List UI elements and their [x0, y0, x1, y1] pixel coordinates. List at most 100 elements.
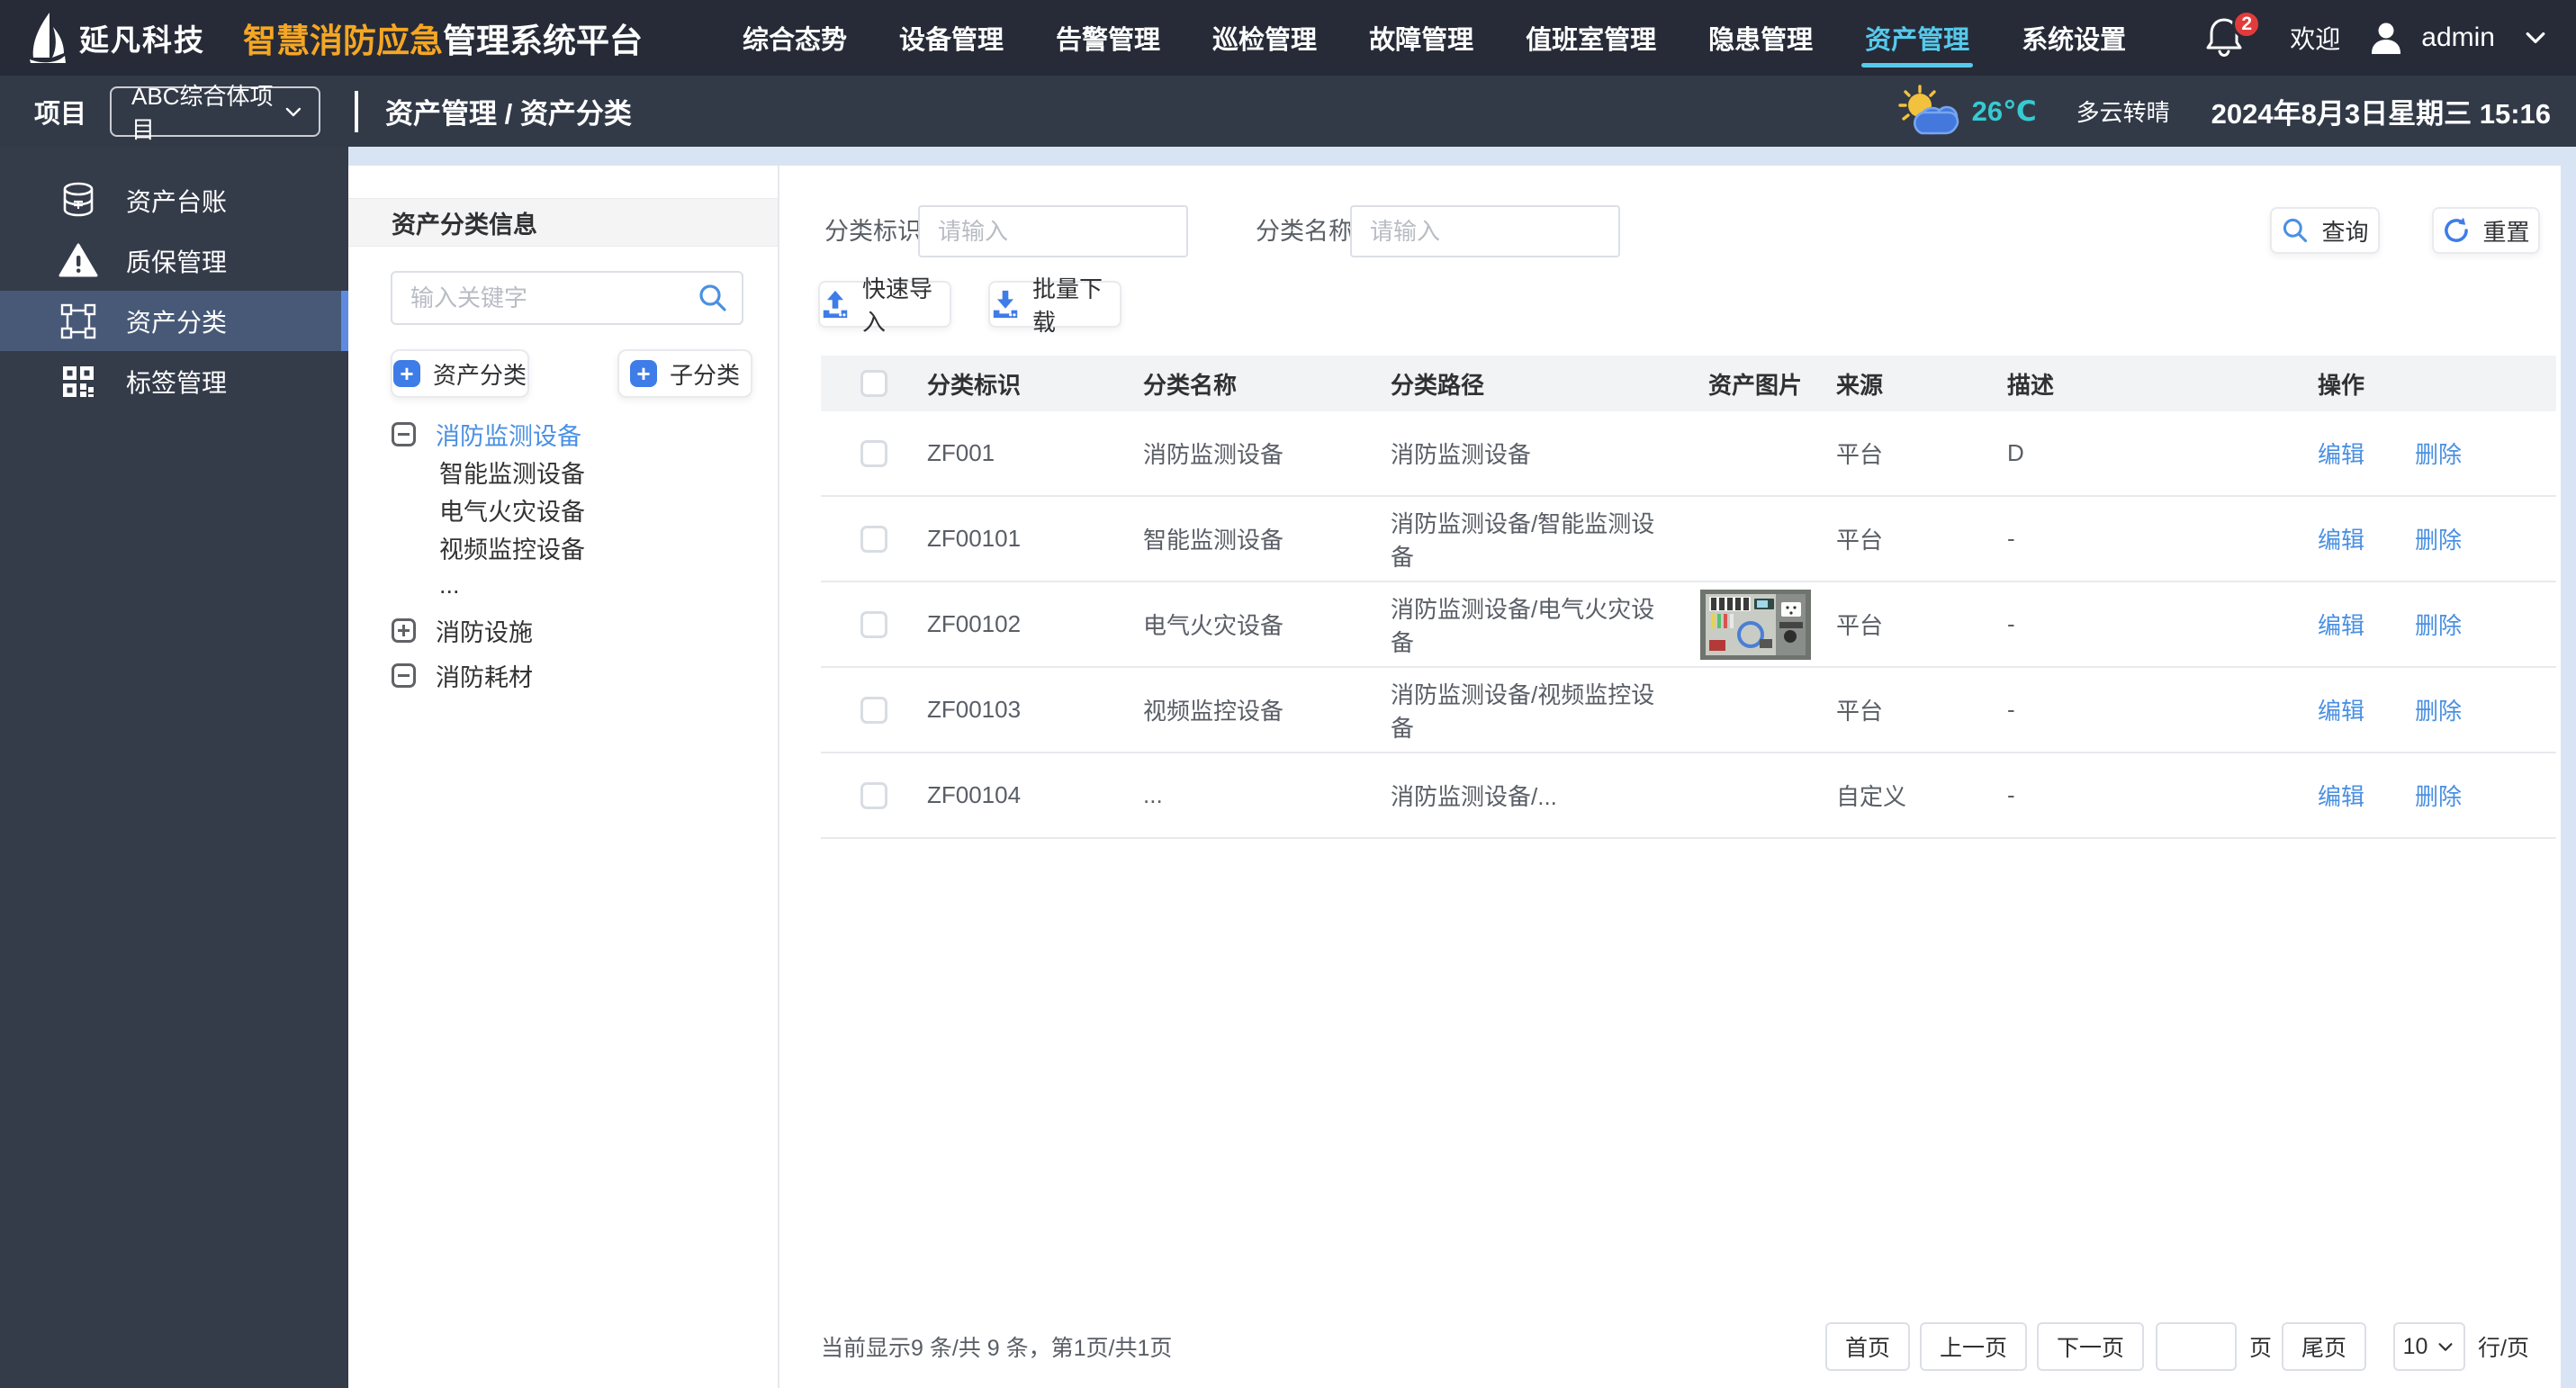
category-id-filter-label: 分类标识:: [824, 218, 929, 245]
query-button[interactable]: 查询: [2270, 207, 2380, 254]
delete-link[interactable]: 删除: [2415, 779, 2462, 812]
plus-icon: +: [392, 360, 420, 387]
table-row: ZF00104 ... 消防监测设备/... 自定义 - 编辑 删除: [821, 753, 2556, 839]
top-navbar: 延凡科技 智慧消防应急管理系统平台 综合态势 设备管理 告警管理 巡检管理 故障…: [0, 0, 2576, 76]
first-page-button[interactable]: 首页: [1824, 1322, 1910, 1371]
page-size-select[interactable]: 10: [2393, 1322, 2466, 1371]
edit-link[interactable]: 编辑: [2318, 437, 2364, 470]
tree-node-fire-monitoring[interactable]: 消防监测设备: [348, 415, 778, 453]
delete-link[interactable]: 删除: [2415, 522, 2462, 555]
nav-item-devices[interactable]: 设备管理: [899, 0, 1004, 76]
nav-item-assets[interactable]: 资产管理: [1861, 0, 1974, 76]
next-page-button[interactable]: 下一页: [2037, 1322, 2145, 1371]
cell-category-path: 消防监测设备/智能监测设备: [1391, 509, 1655, 571]
add-asset-category-label: 资产分类: [432, 361, 527, 389]
page-number-input[interactable]: [2156, 1322, 2238, 1371]
row-checkbox[interactable]: [860, 439, 887, 467]
cell-category-id: ZF00103: [927, 696, 1022, 723]
row-checkbox[interactable]: [860, 696, 887, 724]
batch-download-button[interactable]: 批量下载: [988, 275, 1121, 336]
collapse-minus-icon[interactable]: [392, 662, 416, 688]
weather-text: 多云转晴: [2076, 99, 2170, 126]
tree-node-label: 消防监测设备: [436, 422, 581, 450]
edit-link[interactable]: 编辑: [2318, 779, 2364, 812]
sidebar-item-tag-management[interactable]: 标签管理: [0, 351, 348, 411]
sidebar-item-asset-category[interactable]: 资产分类: [0, 291, 348, 351]
collapse-minus-icon[interactable]: [392, 421, 416, 446]
select-all-checkbox[interactable]: [860, 370, 887, 397]
sidebar-item-label: 资产分类: [126, 308, 228, 337]
header-category-name: 分类名称: [1143, 371, 1238, 399]
tree-node-smart-monitoring[interactable]: 智能监测设备: [348, 453, 778, 491]
cell-source: 自定义: [1836, 783, 1907, 810]
breadcrumb-divider: [355, 90, 359, 132]
panel-title: 资产分类信息: [348, 198, 778, 247]
row-checkbox[interactable]: [860, 610, 887, 638]
keyword-search-icon[interactable]: [697, 282, 729, 314]
breadcrumb: 资产管理 / 资产分类: [385, 98, 632, 130]
sidebar-item-asset-ledger[interactable]: 资产台账: [0, 170, 348, 230]
quick-import-label: 快速导入: [862, 275, 933, 336]
download-icon: [990, 289, 1021, 320]
quick-import-button[interactable]: 快速导入: [818, 275, 951, 336]
add-subcategory-button[interactable]: + 子分类: [617, 349, 752, 398]
product-title: 智慧消防应急管理系统平台: [243, 14, 643, 62]
expand-plus-icon[interactable]: [392, 617, 416, 643]
cell-category-id: ZF00101: [927, 525, 1022, 552]
notification-bell-icon[interactable]: 2: [2205, 9, 2262, 61]
rows-per-page-label: 行/页: [2478, 1336, 2529, 1361]
pagination-bar: 当前显示9 条/共 9 条，第1页/共1页 首页 上一页 下一页 页 尾页 10…: [821, 1321, 2529, 1372]
row-checkbox[interactable]: [860, 525, 887, 553]
sidebar-item-label: 质保管理: [126, 248, 228, 276]
category-name-filter-input[interactable]: [1350, 205, 1620, 257]
tree-node-fire-consumables[interactable]: 消防耗材: [348, 656, 778, 694]
nav-item-duty-room[interactable]: 值班室管理: [1526, 0, 1656, 76]
category-id-filter-input[interactable]: [918, 205, 1188, 257]
header-category-path: 分类路径: [1391, 371, 1485, 399]
keyword-search-input[interactable]: [392, 283, 697, 313]
search-icon: [2281, 216, 2310, 245]
tree-node-video-surveillance[interactable]: 视频监控设备: [348, 528, 778, 566]
nav-item-settings[interactable]: 系统设置: [2022, 0, 2126, 76]
plus-icon: +: [629, 360, 657, 387]
add-asset-category-button[interactable]: + 资产分类: [391, 349, 529, 398]
table-row: ZF00101 智能监测设备 消防监测设备/智能监测设备 平台 - 编辑 删除: [821, 497, 2556, 582]
user-menu-chevron-down-icon[interactable]: [2522, 24, 2549, 51]
product-title-highlight: 智慧消防应急: [243, 23, 443, 59]
header-category-id: 分类标识: [927, 371, 1022, 399]
header-actions: 操作: [2318, 371, 2365, 399]
nav-item-alarms[interactable]: 告警管理: [1056, 0, 1160, 76]
nav-item-overview[interactable]: 综合态势: [743, 0, 847, 76]
tree-node-ellipsis[interactable]: ...: [348, 566, 778, 604]
cell-description: -: [2007, 696, 2015, 723]
cell-description: -: [2007, 781, 2015, 808]
edit-link[interactable]: 编辑: [2318, 608, 2364, 641]
nav-item-inspection[interactable]: 巡检管理: [1212, 0, 1317, 76]
edit-link[interactable]: 编辑: [2318, 522, 2364, 555]
edit-link[interactable]: 编辑: [2318, 693, 2364, 726]
app-window: 延凡科技 智慧消防应急管理系统平台 综合态势 设备管理 告警管理 巡检管理 故障…: [0, 0, 2576, 1388]
weather-sun-cloud-icon: [1897, 84, 1959, 134]
prev-page-button[interactable]: 上一页: [1919, 1322, 2027, 1371]
header-description: 描述: [2007, 371, 2055, 399]
delete-link[interactable]: 删除: [2415, 437, 2462, 470]
row-checkbox[interactable]: [860, 781, 887, 809]
tree-node-electrical-fire[interactable]: 电气火灾设备: [348, 491, 778, 528]
table-row: ZF001 消防监测设备 消防监测设备 平台 D 编辑 删除: [821, 411, 2556, 497]
user-avatar-icon[interactable]: [2367, 19, 2405, 57]
delete-link[interactable]: 删除: [2415, 608, 2462, 641]
last-page-button[interactable]: 尾页: [2282, 1322, 2367, 1371]
nav-item-faults[interactable]: 故障管理: [1369, 0, 1473, 76]
product-title-rest: 管理系统平台: [443, 23, 643, 59]
tree-node-label: 智能监测设备: [439, 460, 585, 488]
delete-link[interactable]: 删除: [2415, 693, 2462, 726]
tree-node-fire-facilities[interactable]: 消防设施: [348, 611, 778, 649]
sidebar-item-warranty[interactable]: 质保管理: [0, 230, 348, 291]
electrical-panel-photo[interactable]: [1699, 589, 1811, 660]
cell-source: 平台: [1836, 527, 1884, 554]
page-size-chevron-down-icon: [2438, 1343, 2453, 1351]
nav-item-hazards[interactable]: 隐患管理: [1708, 0, 1813, 76]
project-select[interactable]: ABC综合体项目: [110, 83, 321, 143]
tree-node-label: 电气火灾设备: [439, 498, 585, 526]
reset-button[interactable]: 重置: [2432, 207, 2540, 254]
